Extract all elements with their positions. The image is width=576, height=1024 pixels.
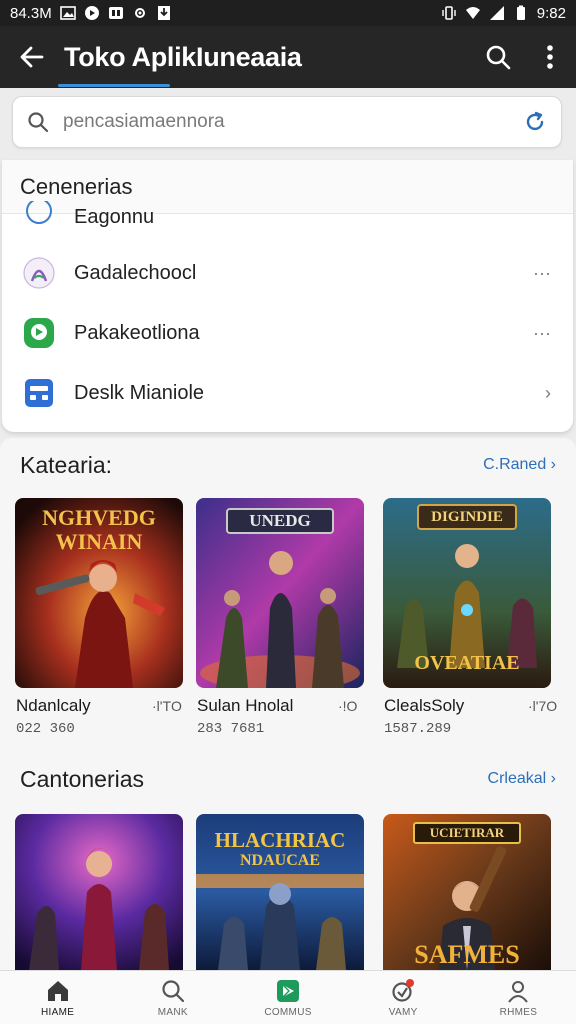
dropdown-item-label: Deslk Mianiole	[74, 381, 205, 404]
game-art-subtitle: SAFMES	[414, 940, 520, 969]
youtube-icon	[84, 6, 99, 20]
more-horiz-icon[interactable]: ···	[533, 323, 551, 344]
update-icon	[392, 978, 415, 1002]
game-art-subtitle: OVEATIAE	[414, 652, 520, 674]
page-title: Toko AplikIuneaaia	[64, 41, 302, 72]
nav-label: RHMES	[499, 1006, 538, 1018]
play-store-icon	[277, 979, 299, 1002]
game-name: Ndanlcaly	[16, 696, 91, 715]
game-card-art[interactable]	[15, 814, 183, 970]
search-icon	[162, 979, 184, 1002]
section-title-katearia: Katearia:	[20, 452, 113, 478]
chevron-right-icon[interactable]: ›	[545, 383, 551, 404]
app-logo-icon	[22, 256, 56, 290]
back-button[interactable]	[0, 26, 64, 88]
dropdown-item-label: Eagonnu	[74, 205, 155, 228]
bottom-navigation: HIAME MANK COMMUS VAMY RHMES	[0, 970, 576, 1024]
compass-icon	[22, 200, 56, 234]
battery-icon	[516, 5, 525, 20]
game-size: 1587.289	[384, 721, 452, 737]
download-icon	[157, 6, 170, 20]
game-size: 022 360	[16, 721, 75, 737]
overflow-menu-button[interactable]	[524, 26, 576, 88]
wifi-icon	[465, 7, 480, 19]
nav-search[interactable]: MANK	[115, 971, 230, 1024]
section-link-see-all[interactable]: C.Raned ›	[483, 456, 556, 474]
game-card-art[interactable]: UCIETIRAR SAFMES	[383, 814, 551, 970]
more-horiz-icon[interactable]: ···	[533, 263, 551, 284]
status-bar: 84.3M 9:82	[0, 0, 576, 26]
section-link-see-all[interactable]: Crleakal ›	[488, 770, 556, 788]
chat-icon	[22, 316, 56, 350]
nav-updates[interactable]: VAMY	[346, 971, 461, 1024]
signal-icon	[489, 6, 504, 20]
nav-label: COMMUS	[264, 1006, 312, 1018]
search-button[interactable]	[472, 26, 524, 88]
app-bar: Toko AplikIuneaaia	[0, 26, 576, 88]
dropdown-item-1[interactable]: Gadalechoocl ···	[2, 244, 573, 302]
nav-label: MANK	[157, 1006, 188, 1018]
search-input[interactable]	[63, 111, 523, 133]
game-notification-icon	[108, 7, 123, 19]
game-rating: ·l'7O	[528, 698, 558, 714]
refresh-icon[interactable]	[523, 110, 547, 134]
nav-label: VAMY	[388, 1006, 418, 1018]
game-rating: ·l'ΤO	[152, 698, 182, 714]
nav-home[interactable]: HIAME	[0, 971, 115, 1024]
arrow-back-icon	[20, 46, 44, 68]
game-art-title: HLACHRIAC	[214, 828, 346, 852]
game-art-subtitle: NDAUCAE	[240, 852, 320, 869]
game-card-art[interactable]: HLACHRIAC NDAUCAE	[196, 814, 364, 970]
dropdown-item-label: Pakakeotliona	[74, 321, 200, 344]
game-size: 283 7681	[197, 721, 265, 737]
vibrate-icon	[442, 6, 456, 20]
dropdown-item-2[interactable]: Pakakeotliona ···	[2, 304, 573, 362]
dropdown-item-label: Gadalechoocl	[74, 261, 197, 284]
dropdown-item-0[interactable]: Eagonnu	[2, 200, 573, 234]
game-art-title: DIGINDIE	[417, 504, 517, 530]
game-art-title: NGHVEDG WINAIN	[42, 505, 156, 554]
game-rating: ·!O	[338, 698, 358, 714]
settings-icon	[134, 8, 145, 18]
more-vert-icon	[547, 45, 553, 69]
game-card-art[interactable]: DIGINDIE OVEATIAE	[383, 498, 551, 688]
search-icon	[486, 45, 511, 70]
game-card-art[interactable]: UNEDG	[196, 498, 364, 688]
search-icon	[28, 112, 49, 133]
game-art-title: UCIETIRAR	[413, 822, 521, 844]
game-art-title: UNEDG	[226, 508, 334, 534]
dropdown-item-3[interactable]: Deslk Mianiole ›	[2, 364, 573, 422]
home-icon	[47, 980, 68, 1001]
gallery-icon	[59, 6, 76, 20]
nav-profile[interactable]: RHMES	[461, 971, 576, 1024]
title-underline	[58, 84, 170, 87]
nav-label: HIAME	[41, 1006, 75, 1018]
nav-store[interactable]: COMMUS	[230, 971, 345, 1024]
profile-icon	[508, 980, 529, 1003]
game-name: Sulan Hnolal	[197, 696, 294, 715]
status-time: 9:82	[536, 4, 566, 22]
game-card-art[interactable]: NGHVEDG WINAIN	[15, 498, 183, 688]
status-data-usage: 84.3M	[10, 4, 52, 22]
game-name: ClealsSoly	[384, 696, 465, 715]
section-title-cantonerias: Cantonerias	[20, 766, 145, 792]
desk-icon	[22, 376, 56, 410]
search-bar[interactable]	[12, 96, 562, 148]
suggestions-dropdown: Cenenerias Eagonnu Gadalechoocl ··· Paka…	[2, 160, 573, 432]
